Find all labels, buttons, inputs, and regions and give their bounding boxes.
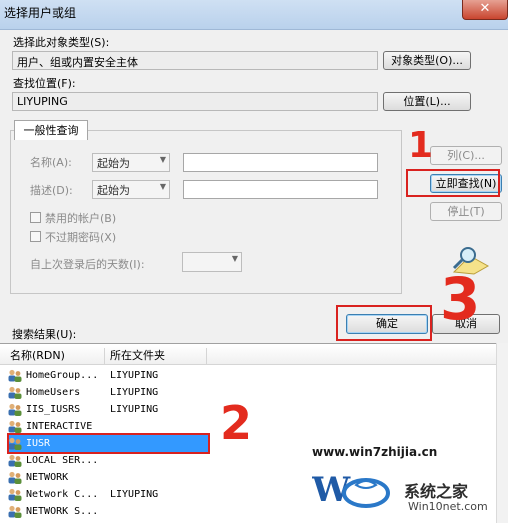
row-folder: LIYUPING — [110, 489, 159, 500]
annotation-step-3: 3 — [440, 265, 481, 333]
window-title: 选择用户或组 — [4, 6, 77, 20]
disabled-accounts-label: 禁用的帐户(B) — [45, 212, 117, 225]
user-group-icon — [8, 471, 22, 484]
non-expiring-password-label: 不过期密码(X) — [45, 231, 117, 244]
user-group-icon — [8, 488, 22, 501]
watermark-logo: W — [311, 465, 392, 510]
watermark-site: www.win7zhijia.cn — [312, 445, 438, 459]
annotation-box-ok — [336, 305, 432, 341]
tab-common-queries[interactable]: 一般性查询 — [14, 120, 88, 140]
row-folder: LIYUPING — [110, 370, 159, 381]
object-types-button[interactable]: 对象类型(O)... — [383, 51, 471, 70]
close-button[interactable]: ✕ — [462, 0, 508, 20]
user-group-icon — [8, 386, 22, 399]
watermark-site-2: Win10net.com — [408, 500, 488, 513]
description-label: 描述(D): — [30, 184, 73, 197]
results-scrollbar[interactable] — [496, 343, 508, 523]
row-name: NETWORK — [26, 472, 69, 483]
name-input[interactable] — [183, 153, 378, 172]
table-row[interactable]: HomeGroup... LIYUPING — [8, 367, 208, 384]
object-type-label: 选择此对象类型(S): — [13, 36, 110, 49]
days-since-logon-select[interactable]: ▼ — [182, 252, 242, 272]
annotation-box-find-now — [406, 169, 500, 197]
user-group-icon — [8, 420, 22, 433]
row-name: IIS_IUSRS — [26, 404, 81, 415]
description-match-select[interactable]: 起始为 ▼ — [92, 180, 170, 199]
columns-button[interactable]: 列(C)... — [430, 146, 502, 165]
non-expiring-password-checkbox[interactable] — [30, 231, 41, 242]
row-folder: LIYUPING — [110, 404, 159, 415]
user-group-icon — [8, 505, 22, 518]
watermark-brand: 系统之家 — [404, 482, 469, 501]
days-since-logon-label: 自上次登录后的天数(I): — [30, 258, 145, 271]
annotation-step-1: 1 — [408, 125, 434, 166]
disabled-accounts-checkbox[interactable] — [30, 212, 41, 223]
user-group-icon — [8, 369, 22, 382]
object-type-field: 用户、组或内置安全主体 — [12, 51, 378, 70]
row-name: HomeUsers — [26, 387, 81, 398]
table-row[interactable]: Network C... LIYUPING — [8, 486, 208, 503]
locations-button[interactable]: 位置(L)... — [383, 92, 471, 111]
stop-button[interactable]: 停止(T) — [430, 202, 502, 221]
row-name: NETWORK S... — [26, 506, 99, 517]
table-row[interactable]: LOCAL SER... — [8, 452, 208, 469]
row-name: LOCAL SER... — [26, 455, 99, 466]
chevron-down-icon: ▼ — [159, 182, 166, 191]
name-label: 名称(A): — [30, 156, 72, 169]
search-results-label: 搜索结果(U): — [12, 328, 77, 341]
name-match-value: 起始为 — [97, 157, 130, 170]
description-match-value: 起始为 — [97, 184, 130, 197]
name-match-select[interactable]: 起始为 ▼ — [92, 153, 170, 172]
location-label: 查找位置(F): — [13, 77, 76, 90]
row-name: Network C... — [26, 489, 99, 500]
win-logo-icon: W — [311, 470, 390, 510]
description-input[interactable] — [183, 180, 378, 199]
user-group-icon — [8, 403, 22, 416]
table-row[interactable]: HomeUsers LIYUPING — [8, 384, 208, 401]
row-folder: LIYUPING — [110, 387, 159, 398]
location-field: LIYUPING — [12, 92, 378, 111]
annotation-box-iusr — [7, 433, 210, 454]
chevron-down-icon: ▼ — [231, 254, 238, 263]
column-header-name[interactable]: 名称(RDN) — [10, 346, 102, 365]
table-row[interactable]: IIS_IUSRS LIYUPING — [8, 401, 208, 418]
column-divider[interactable] — [104, 348, 105, 364]
chevron-down-icon: ▼ — [159, 155, 166, 164]
annotation-step-2: 2 — [220, 396, 253, 450]
row-name: HomeGroup... — [26, 370, 99, 381]
column-header-folder[interactable]: 所在文件夹 — [110, 346, 210, 365]
user-group-icon — [8, 454, 22, 467]
table-row[interactable]: NETWORK — [8, 469, 208, 486]
table-row[interactable]: NETWORK S... — [8, 503, 208, 520]
column-divider[interactable] — [206, 348, 207, 364]
title-bar[interactable] — [0, 0, 508, 30]
